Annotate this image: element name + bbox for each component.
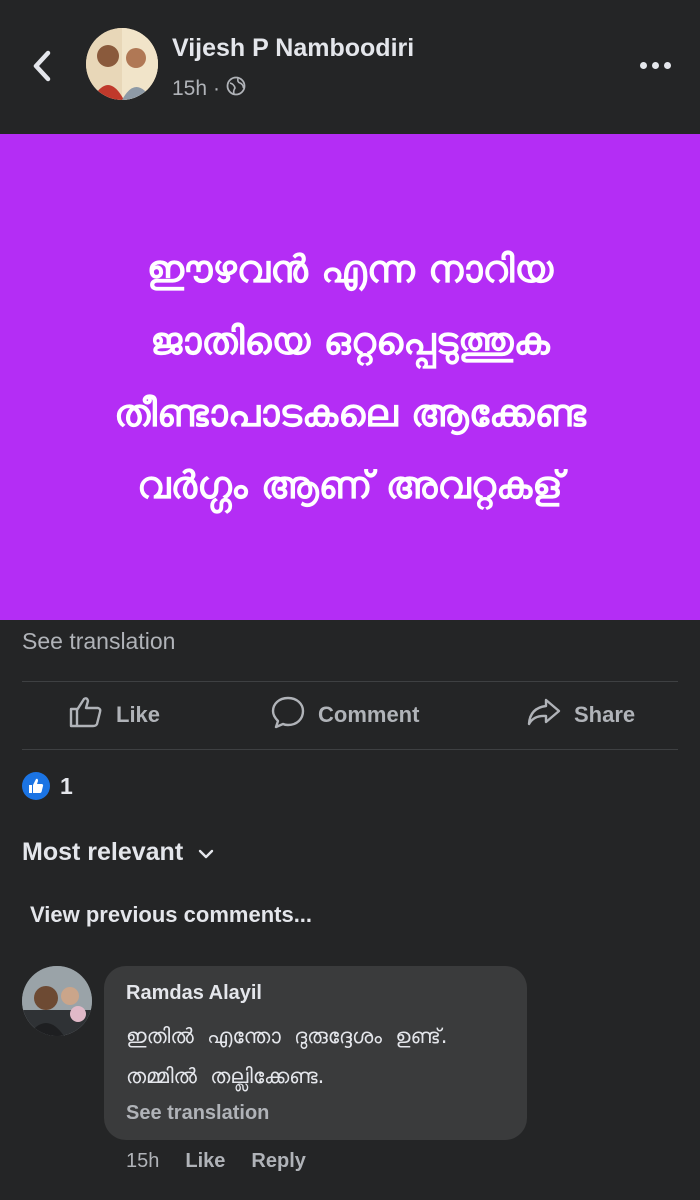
see-translation-link[interactable]: See translation (22, 628, 175, 655)
sort-label: Most relevant (22, 838, 184, 866)
meta-dot: · (213, 77, 221, 100)
like-reaction-icon (22, 772, 50, 800)
commenter-avatar[interactable] (22, 966, 92, 1036)
post-text-line: ജാതിയെ ഒറ്റപ്പെടുത്തുക (150, 319, 550, 363)
comment-like-button[interactable]: Like (185, 1150, 225, 1173)
comment-meta: 15h Like Reply (126, 1150, 306, 1173)
comment-see-translation-link[interactable]: See translation (126, 1102, 269, 1125)
comment-sort-dropdown[interactable]: Most relevant (22, 838, 215, 867)
globe-icon (226, 76, 246, 102)
post-text-line: തീണ്ടാപാടകലെ ആക്കേണ്ട (114, 391, 586, 435)
post-text-image: ഈഴവൻ എന്ന നാറിയ ജാതിയെ ഒറ്റപ്പെടുത്തുക ത… (0, 134, 700, 620)
action-bar: Like Comment Share (0, 682, 700, 748)
comment-reply-button[interactable]: Reply (251, 1150, 305, 1173)
share-label: Share (574, 702, 636, 727)
reaction-count: 1 (60, 772, 73, 799)
chevron-down-icon (197, 838, 215, 867)
author-avatar[interactable] (86, 28, 158, 100)
comment-label: Comment (318, 702, 420, 727)
more-options-icon[interactable] (636, 58, 676, 72)
back-chevron-icon[interactable] (26, 48, 58, 84)
post-meta: 15h · (172, 76, 246, 102)
comment-bubble-icon (270, 695, 306, 735)
reaction-summary[interactable]: 1 (22, 772, 73, 800)
comment-button[interactable]: Comment (270, 682, 419, 748)
like-button[interactable]: Like (68, 682, 160, 748)
divider (22, 749, 678, 750)
comment-bubble: Ramdas Alayil ഇതിൽ എന്തോ ദുരുദ്ദേശം ഉണ്ട… (104, 966, 527, 1140)
post-time: 15h (172, 77, 208, 100)
post-text-line: വർഗ്ഗം ആണ് അവറ്റകള് (137, 463, 563, 507)
post-author-name[interactable]: Vijesh P Namboodiri (172, 34, 414, 63)
view-previous-comments-link[interactable]: View previous comments... (30, 902, 312, 928)
comment-author[interactable]: Ramdas Alayil (126, 982, 262, 1005)
comment-text: ഇതിൽ എന്തോ ദുരുദ്ദേശം ഉണ്ട്. തമ്മിൽ തല്ല… (126, 1024, 448, 1088)
post-text-line: ഈഴവൻ എന്ന നാറിയ (146, 247, 554, 291)
share-arrow-icon (526, 697, 562, 733)
post-header: Vijesh P Namboodiri 15h · (0, 0, 700, 134)
thumbs-up-icon (68, 695, 104, 735)
like-label: Like (116, 702, 161, 727)
share-button[interactable]: Share (526, 682, 635, 748)
comment-time: 15h (126, 1150, 160, 1172)
